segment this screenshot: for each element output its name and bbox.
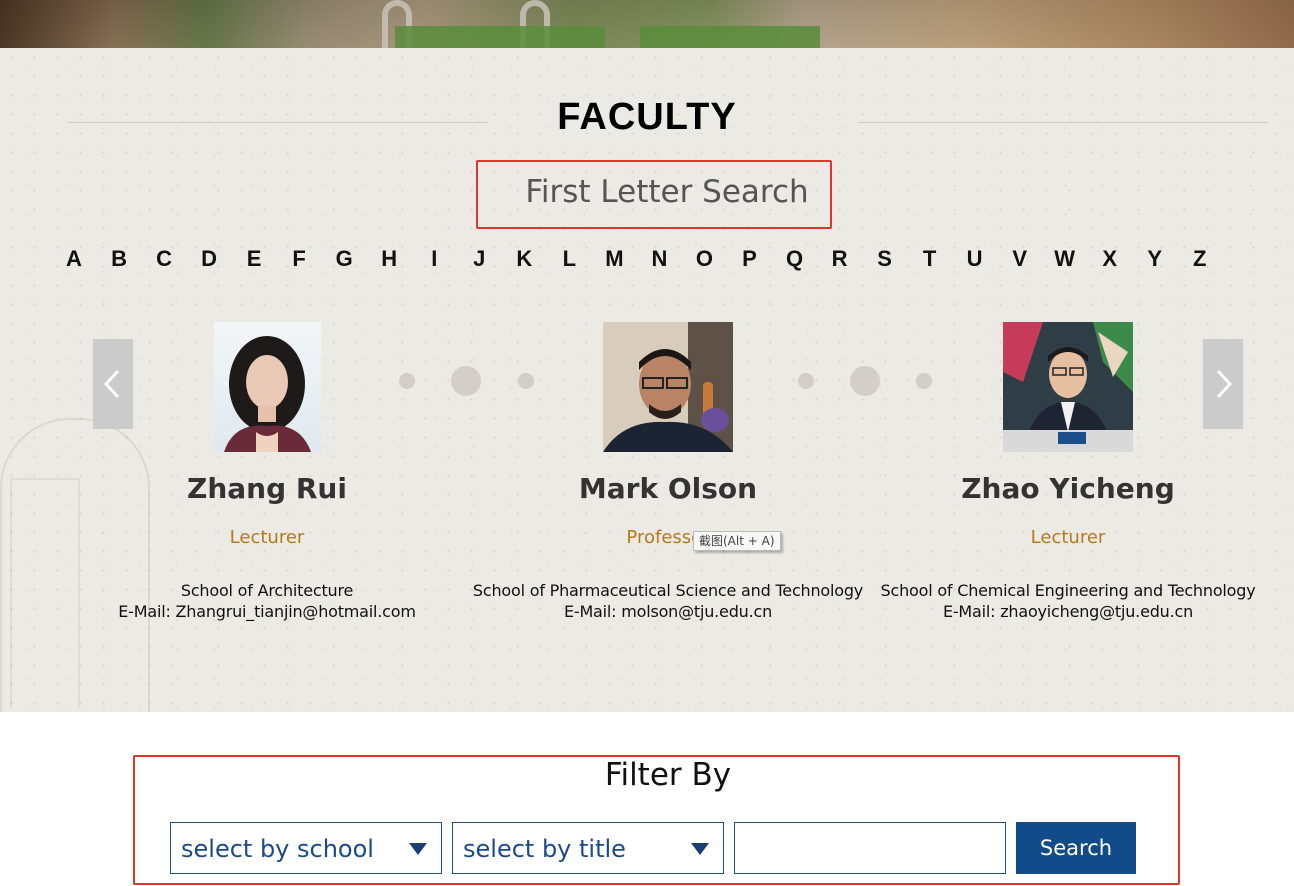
faculty-email: E-Mail: Zhangrui_tianjin@hotmail.com	[118, 602, 416, 621]
letter-link-t[interactable]: T	[908, 246, 952, 272]
faculty-photo[interactable]	[603, 322, 733, 452]
faculty-name[interactable]: Zhang Rui	[67, 472, 467, 505]
faculty-title: Lecturer	[229, 527, 305, 548]
faculty-name[interactable]: Zhao Yicheng	[868, 472, 1268, 505]
letter-link-e[interactable]: E	[232, 246, 276, 272]
caret-down-icon	[691, 843, 709, 855]
letter-link-b[interactable]: B	[97, 246, 141, 272]
letter-link-q[interactable]: Q	[773, 246, 817, 272]
faculty-card[interactable]: Mark Olson Professor School of Pharmaceu…	[468, 322, 868, 622]
letter-search-title: First Letter Search	[525, 174, 809, 210]
faculty-email: E-Mail: zhaoyicheng@tju.edu.cn	[942, 602, 1194, 621]
faculty-email: E-Mail: molson@tju.edu.cn	[563, 602, 773, 621]
filter-title: Filter By	[604, 757, 732, 793]
letter-link-k[interactable]: K	[502, 246, 546, 272]
letter-link-c[interactable]: C	[142, 246, 186, 272]
letter-link-y[interactable]: Y	[1133, 246, 1177, 272]
letter-link-w[interactable]: W	[1043, 246, 1087, 272]
page-title: FACULTY	[557, 96, 737, 138]
faculty-school: School of Architecture	[180, 581, 354, 600]
keyword-input[interactable]	[734, 822, 1006, 874]
letter-link-i[interactable]: I	[412, 246, 456, 272]
portrait-image	[223, 336, 311, 452]
faculty-school: School of Pharmaceutical Science and Tec…	[472, 581, 864, 600]
letter-link-l[interactable]: L	[547, 246, 591, 272]
letter-link-p[interactable]: P	[727, 246, 771, 272]
faculty-name[interactable]: Mark Olson	[468, 472, 868, 505]
letter-link-n[interactable]: N	[637, 246, 681, 272]
letter-link-z[interactable]: Z	[1178, 246, 1222, 272]
letter-link-x[interactable]: X	[1088, 246, 1132, 272]
letter-link-h[interactable]: H	[367, 246, 411, 272]
portrait-image	[603, 322, 733, 452]
letter-link-j[interactable]: J	[457, 246, 501, 272]
letter-link-f[interactable]: F	[277, 246, 321, 272]
letter-link-u[interactable]: U	[953, 246, 997, 272]
caret-down-icon	[409, 843, 427, 855]
letter-index: ABCDEFGHIJKLMNOPQRSTUVWXYZ	[52, 246, 1222, 272]
title-select[interactable]: select by title	[452, 822, 724, 874]
letter-link-d[interactable]: D	[187, 246, 231, 272]
banner-lawn-decoration	[640, 26, 820, 48]
letter-link-r[interactable]: R	[818, 246, 862, 272]
search-button[interactable]: Search	[1016, 822, 1136, 874]
header-banner-image	[0, 0, 1294, 48]
faculty-school: School of Chemical Engineering and Techn…	[880, 581, 1256, 600]
portrait-image	[1003, 322, 1133, 452]
letter-link-a[interactable]: A	[52, 246, 96, 272]
faculty-section: FACULTY First Letter Search ABCDEFGHIJKL…	[0, 48, 1294, 712]
school-select-value: select by school	[181, 835, 374, 863]
title-select-value: select by title	[463, 835, 626, 863]
school-select[interactable]: select by school	[170, 822, 442, 874]
letter-link-m[interactable]: M	[592, 246, 636, 272]
letter-link-o[interactable]: O	[682, 246, 726, 272]
screenshot-tooltip: 截图(Alt + A)	[693, 531, 781, 551]
faculty-photo[interactable]	[213, 322, 321, 452]
faculty-title: Professor	[626, 527, 710, 548]
letter-link-v[interactable]: V	[998, 246, 1042, 272]
faculty-title: Lecturer	[1030, 527, 1106, 548]
faculty-card[interactable]: Zhang Rui Lecturer School of Architectur…	[67, 322, 467, 622]
faculty-photo[interactable]	[1003, 322, 1133, 452]
letter-link-g[interactable]: G	[322, 246, 366, 272]
banner-lawn-decoration	[395, 26, 605, 48]
letter-link-s[interactable]: S	[863, 246, 907, 272]
faculty-card[interactable]: Zhao Yicheng Lecturer School of Chemical…	[868, 322, 1268, 622]
